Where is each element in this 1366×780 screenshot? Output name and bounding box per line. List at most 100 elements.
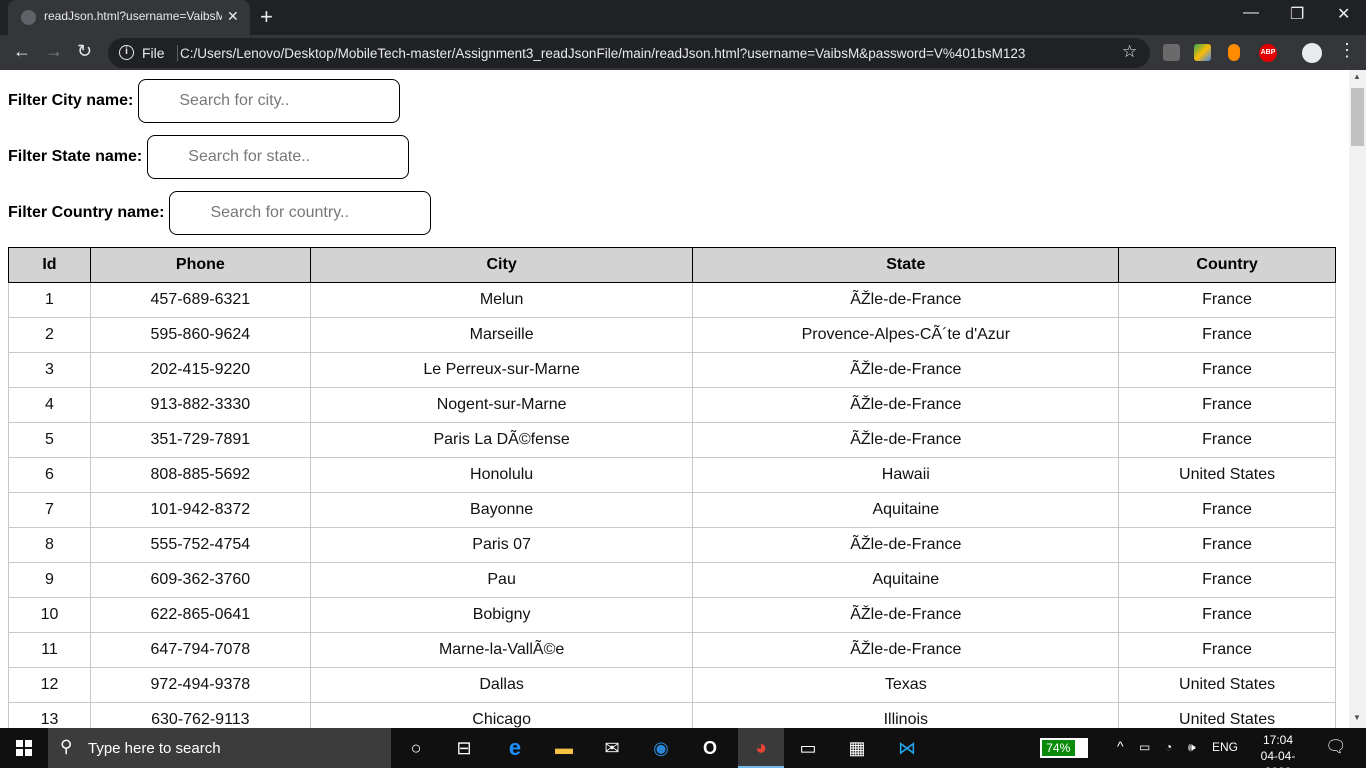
battery-fill: 74%	[1042, 740, 1075, 756]
cell-country: France	[1118, 632, 1336, 668]
restore-icon[interactable]: ❐	[1290, 4, 1304, 24]
cell-state: Texas	[692, 667, 1120, 703]
page-scrollbar[interactable]: ▲ ▼	[1349, 70, 1366, 728]
table-row: 9 609-362-3760 Pau Aquitaine France	[8, 562, 1336, 598]
minimize-icon[interactable]: —	[1243, 4, 1259, 22]
cell-city: Dallas	[309, 667, 694, 703]
scroll-down-icon[interactable]: ▼	[1353, 713, 1361, 722]
chrome-taskbar-item[interactable]: ◕	[738, 728, 784, 768]
scrollbar-thumb[interactable]	[1351, 88, 1364, 146]
cortana-icon[interactable]: ○	[404, 736, 428, 760]
header-phone: Phone	[89, 247, 311, 283]
close-window-icon[interactable]: ✕	[1337, 4, 1350, 24]
country-search-input[interactable]	[169, 191, 432, 235]
cell-state: ÃŽle-de-France	[692, 597, 1120, 633]
table-row: 3 202-415-9220 Le Perreux-sur-Marne ÃŽle-de…	[8, 352, 1336, 388]
cell-city: Chicago	[309, 702, 694, 728]
new-tab-button[interactable]: +	[260, 4, 273, 30]
search-icon: ⚲	[60, 737, 73, 756]
cell-city: Marseille	[309, 317, 694, 353]
address-bar[interactable]: i File C:/Users/Lenovo/Desktop/MobileTec…	[108, 38, 1150, 68]
state-search-input[interactable]	[147, 135, 410, 179]
url-text[interactable]: C:/Users/Lenovo/Desktop/MobileTech-maste…	[180, 46, 1025, 61]
edge-icon[interactable]: e	[503, 736, 527, 760]
file-label: File	[142, 45, 165, 61]
table-row: 6 808-885-5692 Honolulu Hawaii United States	[8, 457, 1336, 493]
file-explorer-icon[interactable]: ▬	[552, 736, 576, 760]
task-view-icon[interactable]: ⊟	[452, 736, 476, 760]
cell-city: Bayonne	[309, 492, 694, 528]
header-id: Id	[8, 247, 91, 283]
table-row: 4 913-882-3330 Nogent-sur-Marne ÃŽle-de-Fra…	[8, 387, 1336, 423]
cell-state: Aquitaine	[692, 492, 1120, 528]
menu-kebab-icon[interactable]: ⋮	[1338, 40, 1356, 61]
cell-state: Hawaii	[692, 457, 1120, 493]
close-tab-icon[interactable]: ✕	[227, 8, 239, 25]
cell-city: Nogent-sur-Marne	[309, 387, 694, 423]
show-hidden-icons-chevron-icon[interactable]: ^	[1117, 738, 1124, 754]
chrome-icon: ◕	[754, 737, 768, 759]
info-icon[interactable]: i	[119, 45, 134, 60]
extension-color-icon[interactable]	[1194, 44, 1211, 61]
bookmark-star-icon[interactable]: ☆	[1122, 42, 1137, 62]
cell-id: 1	[8, 282, 91, 318]
taskbar-search-box[interactable]: ⚲ Type here to search	[48, 728, 391, 768]
extension-icon[interactable]	[1163, 44, 1180, 61]
city-filter-row: Filter City name:	[8, 79, 401, 123]
cell-phone: 595-860-9624	[89, 317, 311, 353]
cell-id: 4	[8, 387, 91, 423]
reload-icon[interactable]: ↻	[77, 41, 92, 62]
city-search-input[interactable]	[138, 79, 401, 123]
country-filter-row: Filter Country name:	[8, 191, 432, 235]
adblock-icon[interactable]: ABP	[1259, 44, 1277, 62]
volume-icon[interactable]: 🕪	[1188, 740, 1196, 755]
cell-state: Provence-Alpes-CÃ´te d'Azur	[692, 317, 1120, 353]
notifications-icon[interactable]: 🗨	[1325, 737, 1347, 757]
state-filter-label: Filter State name:	[8, 148, 143, 165]
battery-tray-icon[interactable]: ▭	[1139, 740, 1150, 754]
opera-icon[interactable]: O	[698, 736, 722, 760]
cell-state: ÃŽle-de-France	[692, 422, 1120, 458]
cell-id: 9	[8, 562, 91, 598]
table-row: 13 630-762-9113 Chicago Illinois United Stat…	[8, 702, 1336, 728]
profile-avatar-icon[interactable]	[1302, 43, 1322, 63]
back-icon[interactable]: ←	[13, 41, 31, 62]
cell-country: France	[1118, 527, 1336, 563]
mail-icon[interactable]: ✉	[600, 736, 624, 760]
globe-icon	[21, 10, 36, 25]
cell-state: ÃŽle-de-France	[692, 527, 1120, 563]
cell-city: Paris 07	[309, 527, 694, 563]
calculator-icon[interactable]: ▦	[845, 736, 869, 760]
header-state: State	[692, 247, 1120, 283]
browser-tab[interactable]: readJson.html?username=VaibsM&password=V…	[8, 0, 250, 35]
table-row: 11 647-794-7078 Marne-la-VallÃ©e ÃŽle-de-Fr…	[8, 632, 1336, 668]
forward-icon[interactable]: →	[45, 41, 63, 62]
header-city: City	[309, 247, 694, 283]
language-indicator[interactable]: ENG	[1212, 740, 1238, 754]
cell-phone: 351-729-7891	[89, 422, 311, 458]
battery-indicator[interactable]: 74%	[1040, 738, 1088, 758]
cell-phone: 202-415-9220	[89, 352, 311, 388]
cell-id: 6	[8, 457, 91, 493]
cell-city: Pau	[309, 562, 694, 598]
scroll-up-icon[interactable]: ▲	[1353, 72, 1361, 81]
wifi-icon[interactable]: ◔	[1165, 740, 1172, 754]
windows-start-icon[interactable]	[16, 740, 32, 756]
cell-city: Le Perreux-sur-Marne	[309, 352, 694, 388]
terminal-icon[interactable]: ▭	[796, 736, 820, 760]
windows-taskbar: ⚲ Type here to search ○ ⊟ e ▬ ✉ ◉ O ◕ ▭ …	[0, 728, 1366, 779]
taskbar-clock[interactable]: 17:04 04-04-2020	[1249, 732, 1307, 780]
cell-country: France	[1118, 492, 1336, 528]
cell-id: 12	[8, 667, 91, 703]
extension-flame-icon[interactable]	[1228, 44, 1240, 61]
table-row: 10 622-865-0641 Bobigny ÃŽle-de-France Franc…	[8, 597, 1336, 633]
cell-country: France	[1118, 317, 1336, 353]
cell-phone: 457-689-6321	[89, 282, 311, 318]
cell-id: 5	[8, 422, 91, 458]
cell-city: Melun	[309, 282, 694, 318]
cell-country: United States	[1118, 702, 1336, 728]
cell-state: Illinois	[692, 702, 1120, 728]
cell-id: 3	[8, 352, 91, 388]
vscode-icon[interactable]: ⋈	[895, 736, 919, 760]
store-icon[interactable]: ◉	[649, 736, 673, 760]
